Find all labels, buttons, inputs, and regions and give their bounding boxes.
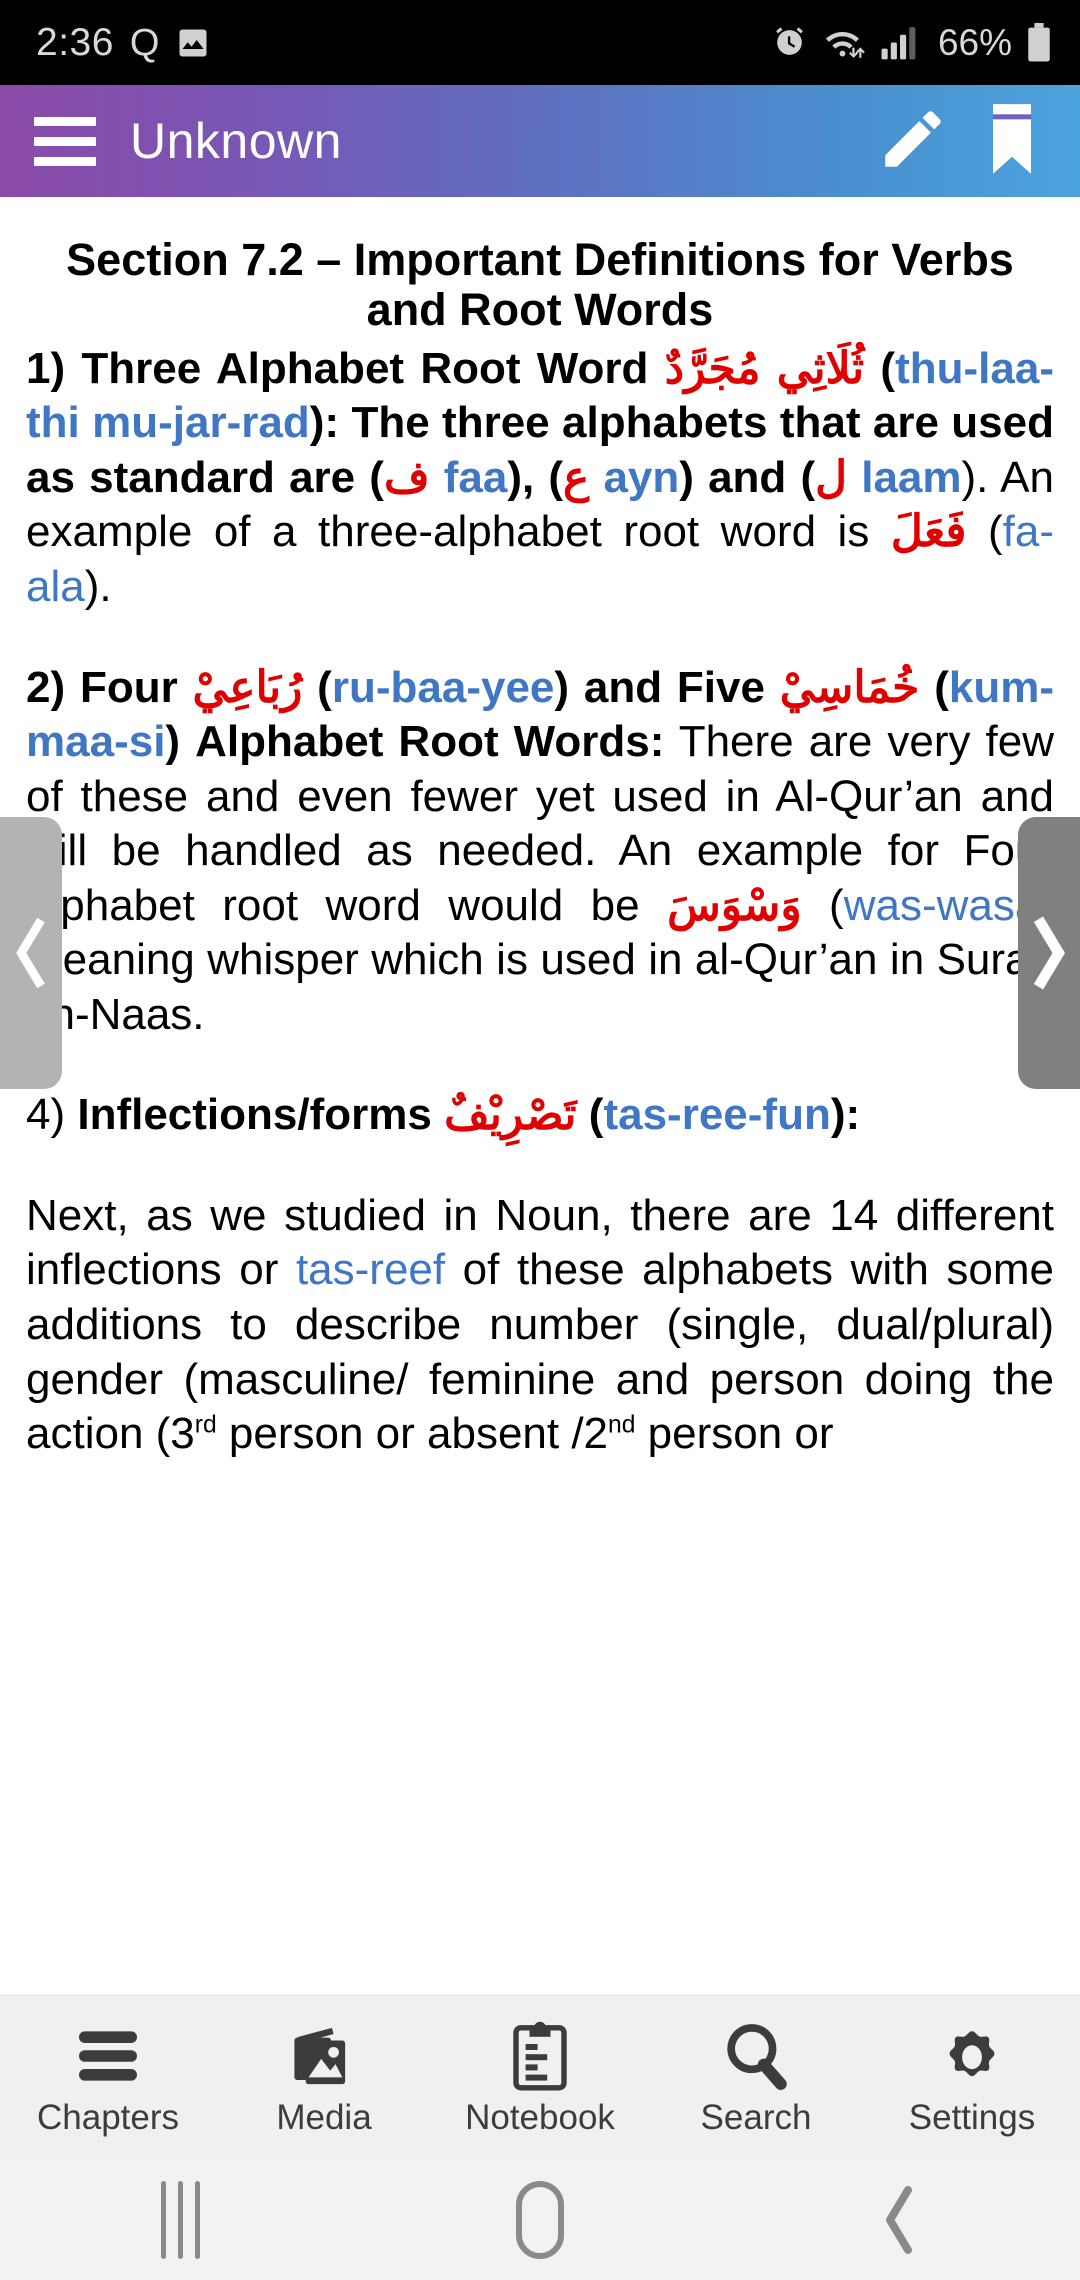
p1-mid-3: ) and ( bbox=[679, 452, 816, 502]
tab-label-notebook: Notebook bbox=[465, 2097, 615, 2137]
p2-arabic-1: رُبَاعِيْ bbox=[192, 662, 303, 712]
p1-lead: Three Alphabet Root Word bbox=[81, 343, 665, 393]
phone-screen: 2:36 Q 66% Unknown Section 7.2 – Importa… bbox=[0, 0, 1080, 2280]
list-lines-icon bbox=[75, 2019, 141, 2093]
p4-seg-3: person or absent /2 bbox=[216, 1409, 609, 1459]
p1-arabic-4: ل bbox=[815, 452, 848, 502]
p2-translit-1: ru-baa-yee bbox=[331, 662, 555, 712]
p4-sup-2: nd bbox=[608, 1411, 636, 1439]
p1-translit-4: laam bbox=[861, 452, 962, 502]
tab-search[interactable]: Search bbox=[648, 2019, 864, 2138]
p1-translit-2: faa bbox=[443, 452, 508, 502]
tab-label-search: Search bbox=[700, 2097, 812, 2137]
app-bar-title: Unknown bbox=[130, 113, 342, 169]
alarm-icon bbox=[771, 24, 808, 61]
p2-mid-1: ) and Five bbox=[554, 662, 780, 712]
system-navigation-bar bbox=[0, 2160, 1080, 2280]
bottom-tab-bar: Chapters Media Notebook Search Settings bbox=[0, 1995, 1080, 2160]
p1-end: ). bbox=[84, 561, 112, 611]
photos-icon bbox=[289, 2019, 359, 2093]
back-chevron-icon[interactable] bbox=[720, 2180, 1080, 2260]
quiet-mode-icon: Q bbox=[129, 21, 160, 64]
battery-icon bbox=[1026, 22, 1052, 63]
p1-arabic-1: ثُلَاثِي مُجَرَّدٌ bbox=[664, 343, 865, 393]
tab-notebook[interactable]: Notebook bbox=[432, 2019, 648, 2138]
p3-arabic-1: تَصْرِيْفٌ bbox=[444, 1090, 577, 1140]
tab-media[interactable]: Media bbox=[216, 2019, 432, 2138]
status-bar: 2:36 Q 66% bbox=[0, 0, 1080, 85]
p2-arabic-3: وَسْوَسَ bbox=[667, 880, 802, 930]
paragraph-2: 2) Four رُبَاعِيْ (ru-baa-yee) and Five … bbox=[26, 662, 1055, 1039]
tab-chapters[interactable]: Chapters bbox=[0, 2019, 216, 2138]
page-title: Section 7.2 – Important Definitions for … bbox=[66, 234, 1014, 336]
p1-number: 1) bbox=[26, 343, 82, 393]
pencil-edit-icon[interactable] bbox=[876, 102, 950, 181]
p2-translit-3: was-wasa bbox=[843, 880, 1040, 930]
battery-percentage: 66% bbox=[937, 21, 1012, 63]
p3-lead: Inflections/forms bbox=[77, 1090, 445, 1140]
status-bar-right: 66% bbox=[771, 22, 1052, 64]
home-icon[interactable] bbox=[360, 2181, 720, 2259]
signal-bars-icon bbox=[880, 24, 920, 61]
p3-number: 4) bbox=[26, 1090, 78, 1140]
p1-translit-3: ayn bbox=[603, 452, 680, 502]
tab-label-chapters: Chapters bbox=[36, 2097, 180, 2137]
tab-label-media: Media bbox=[276, 2097, 372, 2137]
p2-mid-2: ) Alphabet Root Words: bbox=[165, 717, 665, 767]
status-bar-left: 2:36 Q bbox=[36, 21, 211, 65]
app-bar-actions bbox=[876, 101, 1054, 182]
p2-arabic-2: خُمَاسِيْ bbox=[779, 662, 920, 712]
p4-sup-1: rd bbox=[194, 1411, 217, 1439]
gear-icon bbox=[937, 2019, 1007, 2093]
tab-label-settings: Settings bbox=[908, 2097, 1036, 2137]
document-content[interactable]: Section 7.2 – Important Definitions for … bbox=[0, 197, 1080, 1995]
p2-number: 2) bbox=[26, 662, 80, 712]
p3-end: ): bbox=[830, 1090, 861, 1140]
p2-lead: Four bbox=[79, 662, 193, 712]
p4-seg-4: person or bbox=[635, 1409, 834, 1459]
app-bar: Unknown bbox=[0, 85, 1080, 197]
image-icon bbox=[175, 25, 211, 61]
hamburger-menu-icon[interactable] bbox=[34, 116, 96, 166]
status-clock: 2:36 bbox=[36, 20, 114, 64]
p1-arabic-5: فَعَلَ bbox=[890, 507, 967, 557]
next-page-button[interactable] bbox=[1018, 817, 1080, 1089]
previous-page-button[interactable] bbox=[0, 817, 62, 1089]
p1-arabic-2: ف bbox=[383, 452, 430, 502]
wifi-icon bbox=[822, 24, 866, 61]
clipboard-icon bbox=[510, 2019, 570, 2093]
paragraph-4: Next, as we studied in Noun, there are 1… bbox=[26, 1189, 1054, 1462]
tab-settings[interactable]: Settings bbox=[864, 2019, 1080, 2138]
p1-mid-2: ), ( bbox=[507, 452, 564, 502]
recents-icon[interactable] bbox=[0, 2181, 360, 2259]
tas-reef-link[interactable]: tas-reef bbox=[296, 1245, 445, 1294]
p3-translit-1: tas-ree-fun bbox=[603, 1090, 831, 1140]
paragraph-3: 4) Inflections/forms تَصْرِيْفٌ (tas-ree… bbox=[26, 1090, 861, 1140]
bookmark-icon[interactable] bbox=[984, 101, 1040, 182]
paragraph-1: 1) Three Alphabet Root Word ثُلَاثِي مُج… bbox=[26, 343, 1055, 611]
p1-arabic-3: ع bbox=[563, 452, 590, 502]
search-magnifier-icon bbox=[723, 2019, 789, 2093]
